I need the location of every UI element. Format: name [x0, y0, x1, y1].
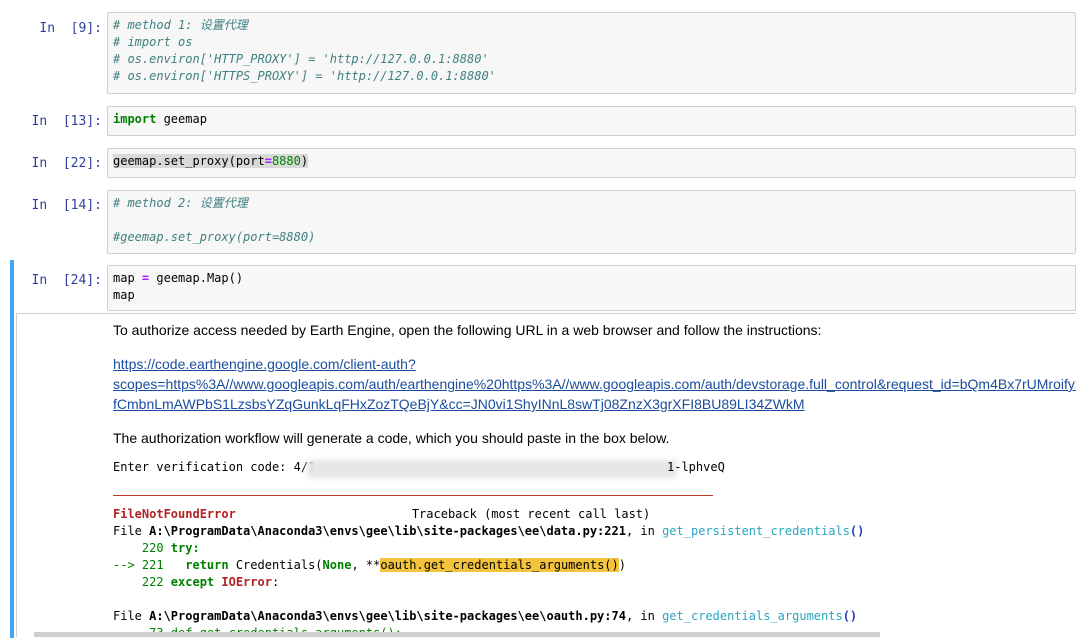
verification-code-tail: 1-lphveQ	[667, 460, 725, 474]
code-token: map	[113, 288, 135, 302]
error-header: FileNotFoundError Traceback (most recent …	[113, 507, 650, 521]
horizontal-scrollbar[interactable]	[34, 632, 880, 637]
traceback-file-1: File A:\ProgramData\Anaconda3\envs\gee\l…	[113, 524, 864, 538]
code-token: geemap	[156, 112, 207, 126]
error-name: FileNotFoundError	[113, 507, 236, 521]
code-input[interactable]: import geemap	[107, 106, 1076, 136]
code-token: )	[618, 558, 626, 572]
exception-name: IOError	[214, 575, 272, 589]
auth-url-line-3[interactable]: fCmbnLmAWPbS1LzsbsYZqGunkLqFHxZozTQeBjY&…	[113, 396, 805, 412]
number-literal: 8880	[271, 154, 301, 168]
code-token: geemap.set_proxy(port	[113, 154, 265, 168]
code-token: Credentials(	[228, 558, 323, 572]
cell-output: To authorize access needed by Earth Engi…	[16, 313, 1076, 637]
keyword: except	[170, 575, 215, 589]
code-text: # method 2: 设置代理 #geemap.set_proxy(port=…	[108, 191, 1075, 250]
cell-prompt: In [22]:	[31, 156, 102, 171]
code-token: , **	[351, 558, 381, 572]
workflow-text: The authorization workflow will generate…	[113, 430, 670, 446]
in-token: , in	[625, 524, 663, 538]
code-input[interactable]: # method 1: 设置代理 # import os # os.enviro…	[107, 12, 1076, 94]
traceback-label: Traceback (most recent call last)	[411, 507, 651, 521]
file-prefix: File	[113, 524, 150, 538]
auth-instructions: To authorize access needed by Earth Engi…	[113, 322, 822, 338]
code-cell-3[interactable]: In [22]: geemap.set_proxy(port=8880)	[0, 148, 1076, 178]
code-cell-4[interactable]: In [14]: # method 2: 设置代理 #geemap.set_pr…	[0, 190, 1076, 254]
comment-line: # os.environ['HTTP_PROXY'] = 'http://127…	[113, 52, 489, 66]
keyword: try:	[170, 541, 200, 555]
file-prefix: File	[113, 609, 150, 623]
line-number: 222	[113, 575, 171, 589]
code-text: geemap.set_proxy(port=8880)	[108, 149, 1075, 174]
auth-url-line-2[interactable]: scopes=https%3A//www.googleapis.com/auth…	[113, 376, 1076, 392]
file-path: A:\ProgramData\Anaconda3\envs\gee\lib\si…	[149, 524, 626, 538]
cell-prompt: In [9]:	[39, 21, 102, 36]
traceback-line-222: 222 except IOError:	[113, 575, 279, 589]
code-text: # method 1: 设置代理 # import os # os.enviro…	[108, 13, 1075, 89]
code-input[interactable]: geemap.set_proxy(port=8880)	[107, 148, 1076, 178]
auth-url-line-1[interactable]: https://code.earthengine.google.com/clie…	[113, 356, 416, 372]
traceback-file-2: File A:\ProgramData\Anaconda3\envs\gee\l…	[113, 609, 857, 623]
in-token: , in	[625, 609, 663, 623]
selected-code: geemap.set_proxy(port=8880)	[113, 154, 309, 168]
code-text: map = geemap.Map() map	[108, 266, 1075, 308]
comment-line: # method 1: 设置代理	[113, 18, 248, 32]
arrow-indicator: --> 221	[113, 558, 171, 572]
operator: =	[264, 154, 272, 168]
code-token: geemap.Map()	[149, 271, 244, 285]
code-input[interactable]: map = geemap.Map() map	[107, 265, 1076, 311]
code-text: import geemap	[108, 107, 1075, 132]
cell-prompt: In [13]:	[31, 114, 102, 129]
comment-line: # method 2: 设置代理	[113, 196, 248, 210]
keyword: None	[322, 558, 352, 572]
code-cell-5[interactable]: In [24]: map = geemap.Map() map	[0, 265, 1076, 311]
function-name: get_persistent_credentials	[662, 524, 850, 538]
comment-line: #geemap.set_proxy(port=8880)	[113, 230, 316, 244]
code-cell-2[interactable]: In [13]: import geemap	[0, 106, 1076, 136]
code-input[interactable]: # method 2: 设置代理 #geemap.set_proxy(port=…	[107, 190, 1076, 254]
redacted-code	[307, 460, 677, 478]
function-name: get_credentials_arguments	[662, 609, 843, 623]
cell-prompt: In [24]:	[31, 273, 102, 288]
cell-prompt: In [14]:	[31, 198, 102, 213]
comment-line: # os.environ['HTTPS_PROXY'] = 'http://12…	[113, 69, 496, 83]
code-token: map	[113, 271, 142, 285]
paren: ()	[849, 524, 865, 538]
line-number: 220	[113, 541, 171, 555]
traceback-line-221: --> 221 return Credentials(None, **oauth…	[113, 558, 626, 572]
active-cell-indicator	[10, 260, 14, 638]
error-separator	[113, 495, 713, 496]
keyword: import	[113, 112, 157, 126]
code-token: :	[271, 575, 280, 589]
highlighted-call: oauth.get_credentials_arguments()	[380, 558, 619, 572]
keyword: return	[185, 558, 229, 572]
verification-label: Enter verification code: 4/1	[113, 460, 316, 474]
file-path: A:\ProgramData\Anaconda3\envs\gee\lib\si…	[149, 609, 626, 623]
traceback-line-220: 220 try:	[113, 541, 200, 555]
code-token: )	[300, 154, 309, 168]
code-cell-1[interactable]: In [9]: # method 1: 设置代理 # import os # o…	[0, 12, 1076, 94]
paren: ()	[842, 609, 858, 623]
comment-line: # import os	[113, 35, 193, 49]
